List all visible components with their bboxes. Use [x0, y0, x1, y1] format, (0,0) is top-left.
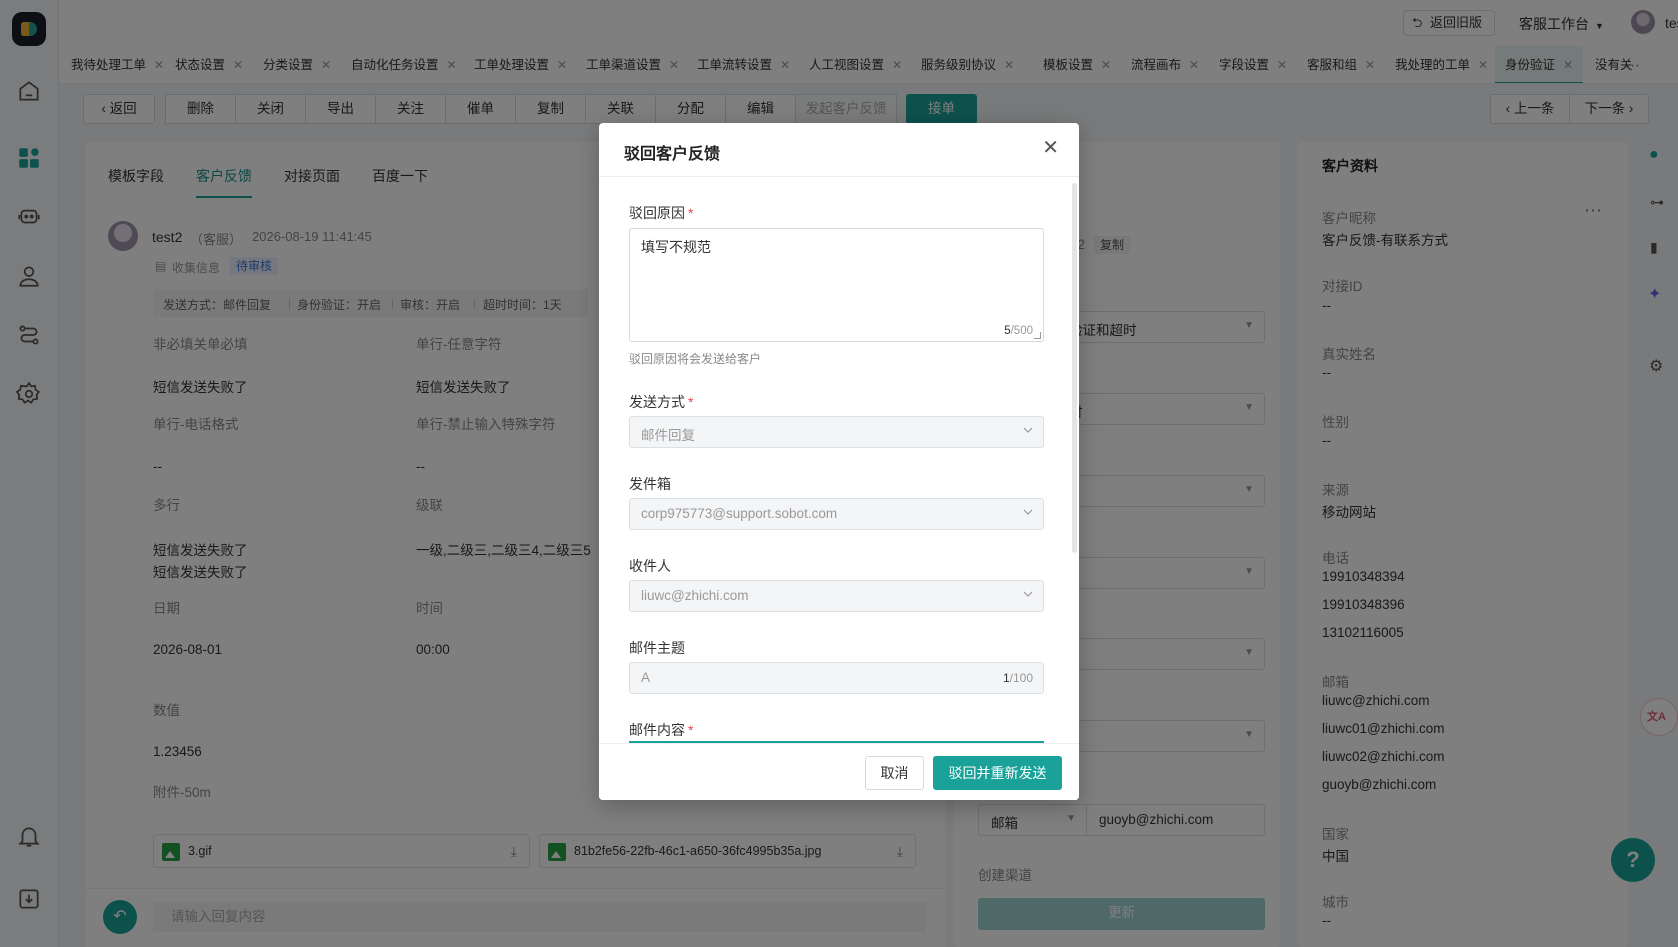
- required-mark: *: [688, 205, 694, 221]
- dialog-header: 驳回客户反馈 ✕: [599, 123, 1079, 177]
- send-method-label: 发送方式 *: [629, 392, 693, 412]
- content-label-text: 邮件内容: [629, 722, 685, 738]
- reason-label: 驳回原因 *: [629, 203, 693, 223]
- reason-max: /500: [1010, 325, 1033, 337]
- content-label: 邮件内容 *: [629, 720, 693, 740]
- send-label-text: 发送方式: [629, 394, 685, 410]
- recipient-label: 收件人: [629, 558, 671, 574]
- chevron-down-icon: [1023, 509, 1033, 515]
- subject-max: /100: [1009, 671, 1033, 685]
- subject-count: 1: [1002, 671, 1010, 685]
- recipient-value: liuwc@zhichi.com: [641, 588, 749, 603]
- mailbox-value: corp975773@support.sobot.com: [641, 506, 838, 521]
- dialog-scrollbar[interactable]: [1072, 183, 1077, 553]
- subject-value: A: [641, 670, 651, 685]
- chevron-down-icon: [1023, 591, 1033, 597]
- reject-and-resend-button[interactable]: 驳回并重新发送: [933, 756, 1062, 790]
- dialog-title: 驳回客户反馈: [624, 146, 721, 163]
- reason-textarea[interactable]: 填写不规范 5/500: [629, 228, 1044, 342]
- subject-counter: 1/100: [1003, 671, 1033, 685]
- resize-handle-icon[interactable]: [1034, 332, 1041, 339]
- dialog-body: 驳回原因 * 填写不规范 5/500 驳回原因将会发送给客户 发送方式 * 邮件回复…: [599, 178, 1079, 743]
- app-root: ⮌ 返回旧版 客服工作台▼ test2 ▼ 我待处理工单✕ 状态设置✕ 分类设置…: [0, 0, 1678, 947]
- reason-value: 填写不规范: [641, 239, 711, 255]
- dialog-footer: 取消 驳回并重新发送: [599, 743, 1079, 800]
- required-mark: *: [688, 722, 694, 738]
- recipient-select[interactable]: liuwc@zhichi.com: [629, 580, 1044, 612]
- subject-input[interactable]: A 1/100: [629, 662, 1044, 694]
- send-method-select[interactable]: 邮件回复: [629, 416, 1044, 448]
- close-icon[interactable]: ✕: [1042, 137, 1059, 159]
- chevron-down-icon: [1023, 427, 1033, 433]
- mailbox-select[interactable]: corp975773@support.sobot.com: [629, 498, 1044, 530]
- cancel-button[interactable]: 取消: [865, 756, 924, 790]
- reason-label-text: 驳回原因: [629, 205, 685, 221]
- subject-label: 邮件主题: [629, 640, 685, 656]
- reason-hint: 驳回原因将会发送给客户: [629, 352, 762, 366]
- reject-feedback-dialog: 驳回客户反馈 ✕ 驳回原因 * 填写不规范 5/500 驳回原因将会发送给客户 发…: [599, 123, 1079, 800]
- send-method-value: 邮件回复: [641, 428, 695, 443]
- mailbox-label: 发件箱: [629, 476, 671, 492]
- reason-counter: 5/500: [1004, 325, 1033, 337]
- required-mark: *: [688, 394, 694, 410]
